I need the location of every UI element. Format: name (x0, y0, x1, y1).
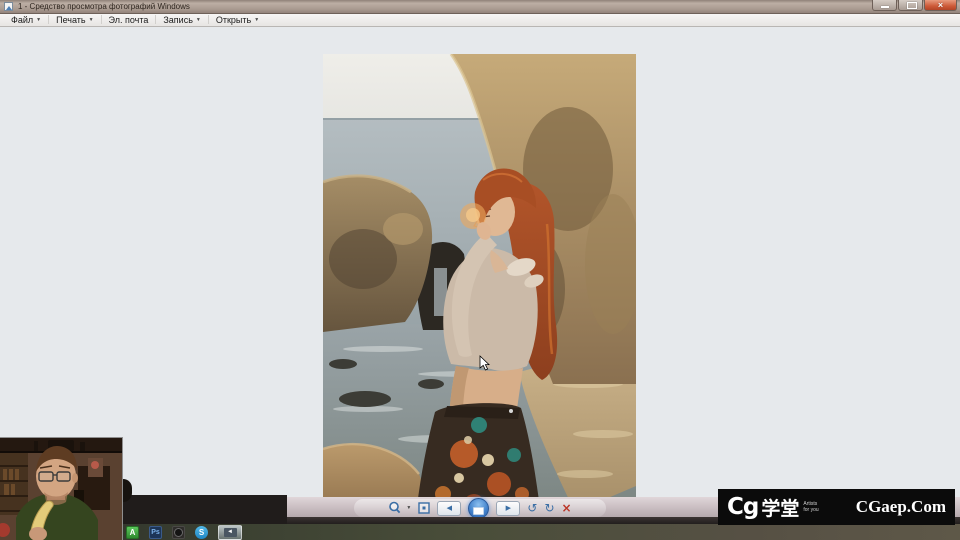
play-slideshow-button[interactable] (468, 498, 489, 519)
viewer-controls: ▼ ◀ ▶ ↺ ↻ × (354, 499, 606, 517)
next-button[interactable]: ▶ (496, 501, 520, 516)
rotate-left-button[interactable]: ↺ (527, 502, 537, 514)
window-controls: × (871, 0, 957, 11)
close-icon: × (925, 0, 956, 10)
actual-size-icon (418, 502, 430, 514)
webcam-video (0, 438, 122, 540)
rotate-right-icon: ↻ (544, 502, 554, 514)
chevron-down-icon: ▼ (196, 17, 201, 23)
menu-open-label: Открыть (216, 15, 251, 25)
cg-logo: Cg (727, 494, 758, 520)
menu-open[interactable]: Открыть ▼ (209, 13, 266, 26)
webcam-overlay (0, 437, 123, 540)
chevron-down-icon: ▼ (406, 505, 411, 511)
chevron-down-icon: ▼ (254, 17, 259, 23)
magnifier-icon (388, 501, 403, 515)
photo-image (323, 54, 636, 524)
menu-print-label: Печать (56, 15, 85, 25)
close-button[interactable]: × (924, 0, 957, 11)
menu-file-label: Файл (11, 15, 33, 25)
delete-icon: × (562, 501, 572, 515)
delete-button[interactable]: × (562, 501, 572, 515)
rotate-right-button[interactable]: ↻ (544, 502, 554, 514)
window-title: 1 - Средство просмотра фотографий Window… (18, 2, 190, 11)
tagline-line2: for you (803, 507, 818, 513)
menu-file[interactable]: Файл ▼ (4, 13, 48, 26)
recorder-overlay-panel (122, 495, 287, 524)
cg-logo-chinese: 学堂 (761, 494, 799, 521)
menu-burn-label: Запись (163, 15, 193, 25)
menubar: Файл ▼ Печать ▼ Эл. почта Запись ▼ Откры… (0, 13, 960, 27)
taskbar-skype-icon[interactable]: S (195, 526, 208, 539)
previous-button[interactable]: ◀ (437, 501, 461, 516)
menu-burn[interactable]: Запись ▼ (156, 13, 207, 26)
screen: 1 - Средство просмотра фотографий Window… (0, 0, 960, 540)
previous-icon: ◀ (447, 504, 452, 512)
menu-print[interactable]: Печать ▼ (49, 13, 100, 26)
taskbar-recorder-icon[interactable] (172, 526, 185, 539)
chevron-down-icon: ▼ (36, 17, 41, 23)
watermark-tagline: Artists for you (803, 501, 818, 513)
photo-canvas (323, 54, 636, 524)
minimize-button[interactable] (872, 0, 897, 11)
menu-email-label: Эл. почта (109, 15, 149, 25)
taskbar-photo-viewer-active[interactable]: ◄ (218, 525, 242, 540)
viewer-client-area (0, 27, 960, 497)
next-icon: ▶ (506, 504, 511, 512)
watermark-site: CGaep.Com (856, 497, 946, 517)
taskbar-icons: A Ps S ◄ (126, 525, 242, 539)
watermark-banner: Cg 学堂 Artists for you CGaep.Com (718, 489, 955, 525)
rotate-left-icon: ↺ (527, 502, 537, 514)
slideshow-icon (473, 507, 484, 515)
window-titlebar: 1 - Средство просмотра фотографий Window… (0, 0, 960, 14)
actual-size-button[interactable] (418, 502, 430, 514)
menu-email[interactable]: Эл. почта (102, 13, 156, 26)
zoom-button[interactable]: ▼ (388, 501, 411, 515)
maximize-button[interactable] (898, 0, 923, 11)
chevron-down-icon: ▼ (89, 17, 94, 23)
taskbar-app-a-icon[interactable]: A (126, 526, 139, 539)
taskbar-photoshop-icon[interactable]: Ps (149, 526, 162, 539)
photo-viewer-app-icon (4, 2, 13, 11)
photo-viewer-task-icon: ◄ (224, 528, 237, 537)
